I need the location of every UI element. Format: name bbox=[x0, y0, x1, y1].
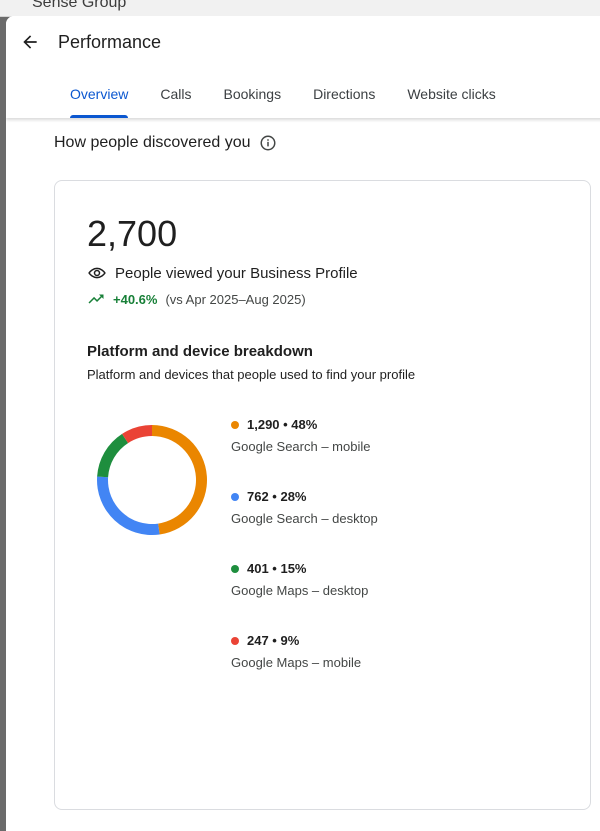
donut-slice-1 bbox=[97, 476, 160, 535]
trend-percent: +40.6% bbox=[113, 291, 158, 307]
info-icon bbox=[260, 135, 276, 151]
legend-value: 762 • 28% bbox=[247, 489, 307, 504]
discovery-card: 2,700 People viewed your Business Profil… bbox=[54, 180, 591, 810]
performance-dialog: Performance Overview Calls Bookings Dire… bbox=[6, 16, 600, 831]
legend-value: 401 • 15% bbox=[247, 561, 307, 576]
arrow-back-icon bbox=[23, 35, 37, 49]
legend-label: Google Search – mobile bbox=[231, 439, 371, 454]
trend-comparison: (vs Apr 2025–Aug 2025) bbox=[165, 291, 306, 307]
legend-dot bbox=[231, 636, 239, 645]
legend-label: Google Maps – desktop bbox=[231, 583, 369, 598]
eye-icon-wrap bbox=[87, 263, 107, 283]
legend-label: Google Maps – mobile bbox=[231, 655, 362, 670]
donut-slice-0 bbox=[152, 425, 207, 535]
breakdown-title: Platform and device breakdown bbox=[87, 343, 313, 360]
breakdown-legend: 1,290 • 48% Google Search – mobile 762 •… bbox=[231, 417, 378, 705]
page-title: Performance bbox=[58, 32, 162, 52]
legend-dot bbox=[231, 564, 239, 573]
total-views-row: People viewed your Business Profile bbox=[87, 263, 358, 283]
trend-row: +40.6% (vs Apr 2025–Aug 2025) bbox=[87, 290, 306, 308]
section-title: How people discovered you bbox=[54, 134, 251, 151]
tab-calls[interactable]: Calls bbox=[144, 76, 207, 118]
tab-bookings[interactable]: Bookings bbox=[207, 76, 297, 118]
legend-value: 247 • 9% bbox=[247, 633, 300, 648]
back-button[interactable] bbox=[16, 28, 44, 56]
background-page-strip: Sense Group bbox=[0, 0, 600, 17]
section-heading: How people discovered you bbox=[54, 134, 277, 152]
legend-value: 1,290 • 48% bbox=[247, 417, 318, 432]
tab-directions[interactable]: Directions bbox=[297, 76, 391, 118]
donut-slice-3 bbox=[122, 425, 152, 444]
total-views-value: 2,700 bbox=[87, 213, 178, 254]
info-button[interactable] bbox=[259, 134, 277, 152]
total-views-label: People viewed your Business Profile bbox=[115, 264, 358, 282]
eye-icon bbox=[88, 267, 106, 279]
legend-label: Google Search – desktop bbox=[231, 511, 378, 526]
legend-item-maps-mobile: 247 • 9% Google Maps – mobile bbox=[231, 633, 378, 705]
donut-slice-2 bbox=[97, 433, 129, 478]
legend-item-search-mobile: 1,290 • 48% Google Search – mobile bbox=[231, 417, 378, 489]
tab-bar: Overview Calls Bookings Directions Websi… bbox=[54, 76, 512, 118]
legend-item-search-desktop: 762 • 28% Google Search – desktop bbox=[231, 489, 378, 561]
background-business-name: Sense Group bbox=[32, 0, 127, 11]
tab-overview[interactable]: Overview bbox=[54, 76, 144, 118]
breakdown-donut-chart bbox=[97, 425, 207, 535]
legend-item-maps-desktop: 401 • 15% Google Maps – desktop bbox=[231, 561, 378, 633]
legend-dot bbox=[231, 492, 239, 501]
dialog-header: Performance Overview Calls Bookings Dire… bbox=[6, 16, 600, 118]
breakdown-subtitle: Platform and devices that people used to… bbox=[87, 367, 416, 382]
tab-website-clicks[interactable]: Website clicks bbox=[391, 76, 511, 118]
trending-up-icon bbox=[88, 294, 104, 304]
legend-dot bbox=[231, 420, 239, 429]
